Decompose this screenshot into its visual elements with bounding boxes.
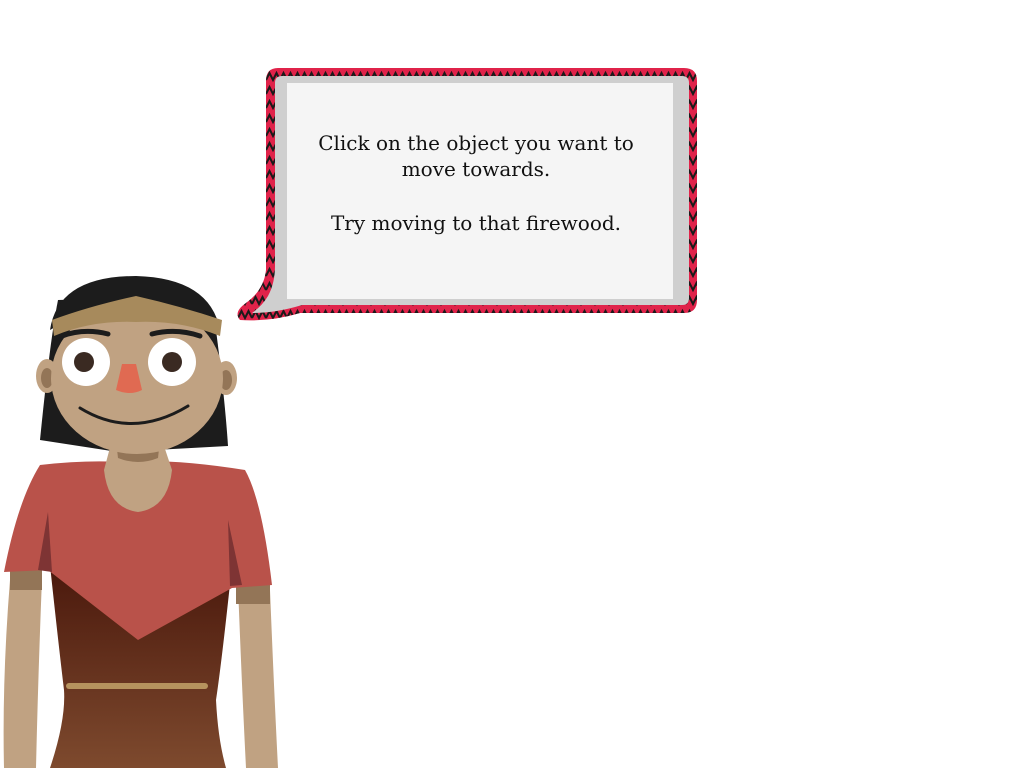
dialog-line-hint: Try moving to that firewood. [330, 211, 622, 235]
dialog-gap [290, 182, 662, 210]
scene-artwork [3, 68, 698, 768]
right-arm [238, 586, 278, 768]
guide-character-icon [3, 276, 278, 768]
belt [66, 683, 208, 689]
left-pupil [74, 352, 94, 372]
dialog-line-instruction: Click on the object you want to move tow… [318, 131, 634, 181]
right-pupil [162, 352, 182, 372]
dialog-text: Click on the object you want to move tow… [290, 130, 662, 236]
left-arm [3, 578, 43, 768]
game-stage: Click on the object you want to move tow… [0, 0, 1024, 768]
